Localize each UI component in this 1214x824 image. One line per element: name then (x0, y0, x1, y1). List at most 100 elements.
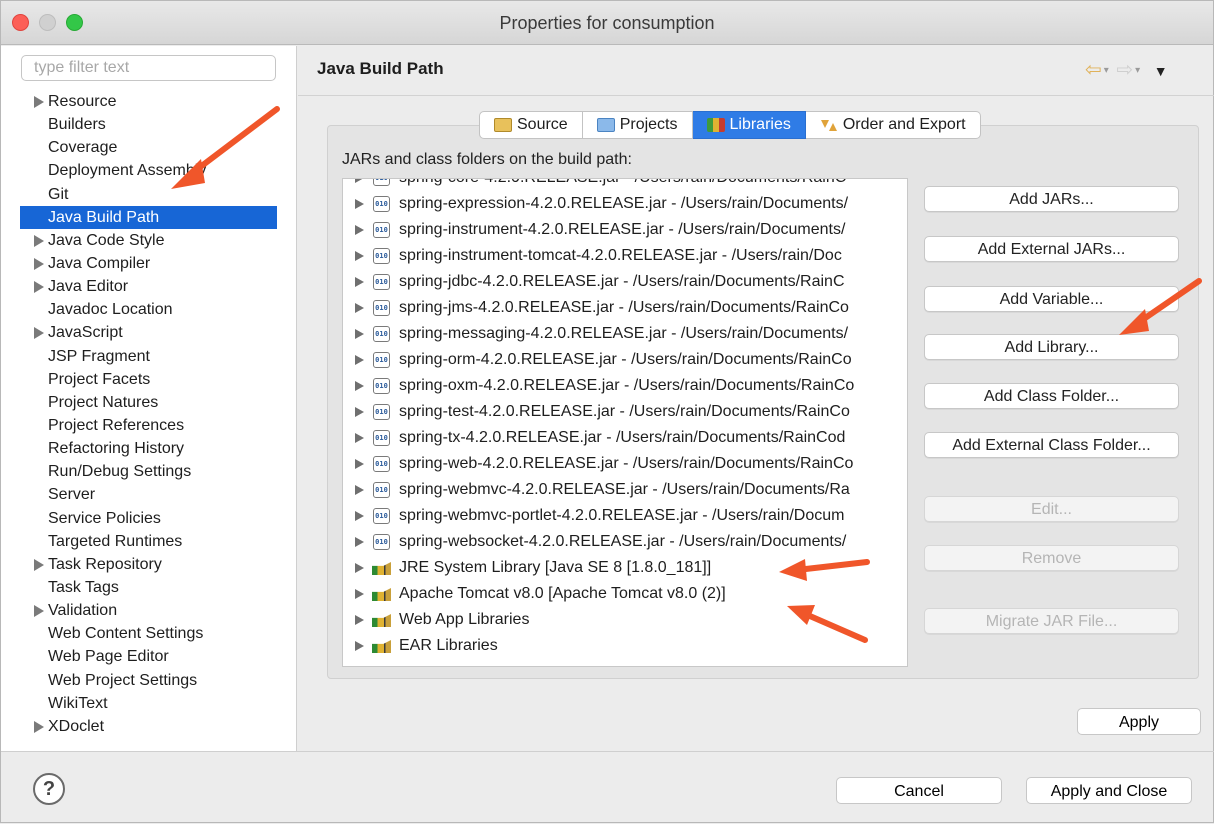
sidebar-item-xdoclet[interactable]: XDoclet (1, 715, 297, 738)
sidebar-item-targeted-runtimes[interactable]: Targeted Runtimes (1, 530, 297, 553)
jar-entry[interactable]: 010 spring-expression-4.2.0.RELEASE.jar -… (343, 191, 907, 217)
sidebar-item-javascript[interactable]: JavaScript (1, 321, 297, 344)
jar-entry[interactable]: 010 spring-webmvc-4.2.0.RELEASE.jar - /Us… (343, 477, 907, 503)
jar-entry[interactable]: 010 spring-orm-4.2.0.RELEASE.jar - /Users… (343, 347, 907, 373)
jar-entry[interactable]: 010 spring-web-4.2.0.RELEASE.jar - /Users… (343, 451, 907, 477)
jar-entry[interactable]: 010 spring-test-4.2.0.RELEASE.jar - /User… (343, 399, 907, 425)
expand-triangle-icon[interactable] (355, 251, 364, 261)
jar-entry[interactable]: 010 spring-jms-4.2.0.RELEASE.jar - /Users… (343, 295, 907, 321)
expand-triangle-icon[interactable] (355, 537, 364, 547)
jar-entry[interactable]: 010 spring-oxm-4.2.0.RELEASE.jar - /Users… (343, 373, 907, 399)
sidebar-item-project-natures[interactable]: Project Natures (1, 391, 297, 414)
sidebar-item-deployment-assembly[interactable]: Deployment Assembly (1, 159, 297, 182)
sidebar-item-service-policies[interactable]: Service Policies (1, 507, 297, 530)
expand-triangle-icon[interactable] (355, 199, 364, 209)
jar-entry[interactable]: 010 spring-tx-4.2.0.RELEASE.jar - /Users/… (343, 425, 907, 451)
jar-entry[interactable]: 010 spring-jdbc-4.2.0.RELEASE.jar - /User… (343, 269, 907, 295)
sidebar-item-resource[interactable]: Resource (1, 90, 297, 113)
expand-triangle-icon[interactable] (355, 511, 364, 521)
expand-triangle-icon[interactable] (355, 641, 364, 651)
expand-triangle-icon[interactable] (355, 433, 364, 443)
sidebar-item-project-references[interactable]: Project References (1, 414, 297, 437)
library-entry[interactable]: JRE System Library [Java SE 8 [1.8.0_181… (343, 555, 907, 581)
expand-triangle-icon[interactable] (34, 234, 44, 247)
tab-source[interactable]: Source (479, 111, 583, 139)
expand-triangle-icon[interactable] (34, 327, 44, 340)
expand-triangle-icon[interactable] (355, 329, 364, 339)
back-dropdown-icon[interactable]: ▾ (1104, 65, 1109, 76)
sidebar-item-web-page-editor[interactable]: Web Page Editor (1, 645, 297, 668)
apply-button[interactable]: Apply (1077, 708, 1201, 735)
expand-triangle-icon[interactable] (355, 277, 364, 287)
jar-entry[interactable]: 010 spring-websocket-4.2.0.RELEASE.jar - … (343, 529, 907, 555)
expand-triangle-icon[interactable] (34, 605, 44, 618)
sidebar-item-task-repository[interactable]: Task Repository (1, 553, 297, 576)
expand-triangle-icon[interactable] (355, 615, 364, 625)
expand-triangle-icon[interactable] (355, 589, 364, 599)
add-variable-button[interactable]: Add Variable... (924, 286, 1179, 312)
library-entry[interactable]: EAR Libraries (343, 633, 907, 659)
build-path-entries[interactable]: 010 spring-core-4.2.0.RELEASE.jar - /User… (342, 178, 908, 667)
sidebar-item-web-content-settings[interactable]: Web Content Settings (1, 622, 297, 645)
expand-triangle-icon[interactable] (355, 179, 364, 183)
add-external-jars-button[interactable]: Add External JARs... (924, 236, 1179, 262)
library-entry[interactable]: Web App Libraries (343, 607, 907, 633)
expand-triangle-icon[interactable] (355, 407, 364, 417)
sidebar-item-wikitext[interactable]: WikiText (1, 692, 297, 715)
sidebar-item-java-code-style[interactable]: Java Code Style (1, 229, 297, 252)
sidebar-item-java-editor[interactable]: Java Editor (1, 275, 297, 298)
sidebar-item-builders[interactable]: Builders (1, 113, 297, 136)
tab-projects[interactable]: Projects (582, 111, 693, 139)
expand-triangle-icon[interactable] (355, 303, 364, 313)
filter-input[interactable] (21, 55, 276, 81)
expand-triangle-icon[interactable] (34, 720, 44, 733)
sidebar-item-javadoc-location[interactable]: Javadoc Location (1, 298, 297, 321)
sidebar-item-refactoring-history[interactable]: Refactoring History (1, 437, 297, 460)
expand-triangle-icon[interactable] (355, 485, 364, 495)
sidebar-item-git[interactable]: Git (1, 183, 297, 206)
jar-entry[interactable]: 010 spring-instrument-tomcat-4.2.0.RELEAS… (343, 243, 907, 269)
title-bar[interactable]: Properties for consumption (1, 1, 1213, 45)
sidebar-item-web-project-settings[interactable]: Web Project Settings (1, 669, 297, 692)
sidebar-item-java-compiler[interactable]: Java Compiler (1, 252, 297, 275)
edit-button[interactable]: Edit... (924, 496, 1179, 522)
sidebar-item-server[interactable]: Server (1, 483, 297, 506)
expand-triangle-icon[interactable] (355, 563, 364, 573)
tab-libraries[interactable]: Libraries (692, 111, 806, 139)
remove-button[interactable]: Remove (924, 545, 1179, 571)
view-menu-icon[interactable]: ▼ (1154, 63, 1168, 79)
expand-triangle-icon[interactable] (355, 381, 364, 391)
sidebar-item-coverage[interactable]: Coverage (1, 136, 297, 159)
expand-triangle-icon[interactable] (355, 225, 364, 235)
sidebar-item-task-tags[interactable]: Task Tags (1, 576, 297, 599)
back-arrow-icon[interactable]: ⇦ (1085, 57, 1102, 82)
tab-order-and-export[interactable]: Order and Export (805, 111, 981, 139)
expand-triangle-icon[interactable] (355, 459, 364, 469)
expand-triangle-icon[interactable] (34, 281, 44, 294)
jar-entry[interactable]: 010 spring-messaging-4.2.0.RELEASE.jar - … (343, 321, 907, 347)
sidebar-item-jsp-fragment[interactable]: JSP Fragment (1, 345, 297, 368)
tab-label: Libraries (729, 116, 791, 133)
forward-arrow-icon[interactable]: ⇨ (1116, 57, 1133, 82)
library-entry[interactable]: Apache Tomcat v8.0 [Apache Tomcat v8.0 (… (343, 581, 907, 607)
add-jars-button[interactable]: Add JARs... (924, 186, 1179, 212)
help-icon[interactable]: ? (33, 773, 65, 805)
forward-dropdown-icon[interactable]: ▾ (1135, 65, 1140, 76)
jar-entry[interactable]: 010 spring-core-4.2.0.RELEASE.jar - /User… (343, 179, 907, 191)
jar-entry[interactable]: 010 spring-instrument-4.2.0.RELEASE.jar -… (343, 217, 907, 243)
jar-entry[interactable]: 010 spring-webmvc-portlet-4.2.0.RELEASE.j… (343, 503, 907, 529)
add-library-button[interactable]: Add Library... (924, 334, 1179, 360)
sidebar-item-validation[interactable]: Validation (1, 599, 297, 622)
expand-triangle-icon[interactable] (34, 96, 44, 108)
sidebar-item-java-build-path[interactable]: Java Build Path (20, 205, 277, 229)
sidebar-item-run-debug-settings[interactable]: Run/Debug Settings (1, 460, 297, 483)
apply-and-close-button[interactable]: Apply and Close (1026, 777, 1192, 804)
migrate-jar-button[interactable]: Migrate JAR File... (924, 608, 1179, 634)
add-external-class-folder-button[interactable]: Add External Class Folder... (924, 432, 1179, 458)
cancel-button[interactable]: Cancel (836, 777, 1002, 804)
expand-triangle-icon[interactable] (355, 355, 364, 365)
add-class-folder-button[interactable]: Add Class Folder... (924, 383, 1179, 409)
expand-triangle-icon[interactable] (34, 558, 44, 571)
expand-triangle-icon[interactable] (34, 257, 44, 270)
sidebar-item-project-facets[interactable]: Project Facets (1, 368, 297, 391)
